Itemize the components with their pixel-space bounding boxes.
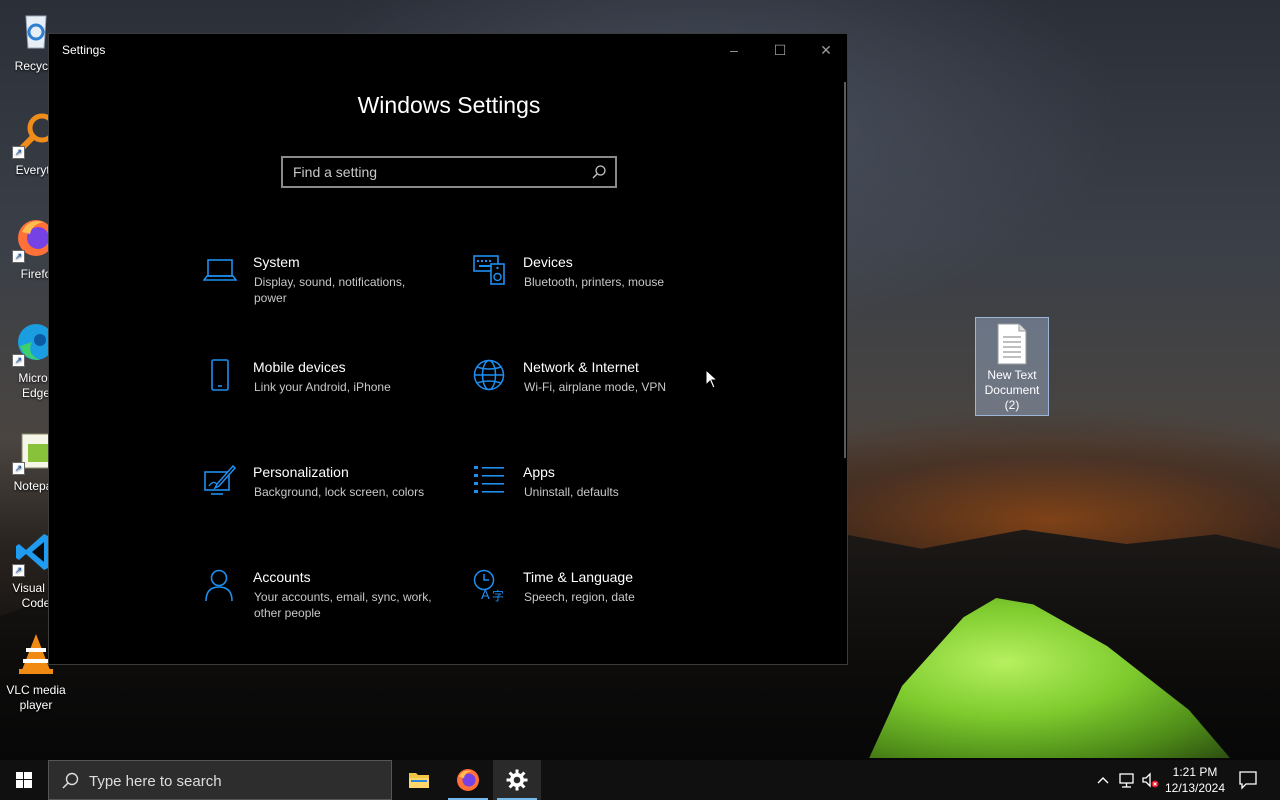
- category-time-language[interactable]: A 字 Time & Language Speech, region, date: [473, 569, 713, 639]
- category-description: Bluetooth, printers, mouse: [524, 275, 665, 289]
- taskbar-clock[interactable]: 1:21 PM 12/13/2024: [1160, 764, 1230, 796]
- svg-text:A: A: [481, 587, 490, 602]
- clock-time: 1:21 PM: [1172, 765, 1218, 779]
- phone-icon: [211, 359, 229, 391]
- window-titlebar[interactable]: Settings – ☐ ✕: [49, 34, 847, 66]
- windows-logo-icon: [16, 772, 32, 788]
- desktop-icon-label: VLC media player: [6, 683, 66, 712]
- shortcut-arrow-icon: ↗: [12, 564, 25, 577]
- laptop-icon: [203, 259, 237, 281]
- action-center-icon[interactable]: [1238, 770, 1258, 790]
- category-name: Devices: [523, 254, 573, 270]
- category-name: Apps: [523, 464, 555, 480]
- taskbar-search-box[interactable]: Type here to search: [48, 760, 392, 800]
- svg-text:字: 字: [492, 588, 504, 603]
- category-description: Wi-Fi, airplane mode, VPN: [524, 380, 667, 394]
- category-description: Uninstall, defaults: [524, 485, 619, 499]
- shortcut-arrow-icon: ↗: [12, 462, 25, 475]
- category-name: Mobile devices: [253, 359, 346, 375]
- scrollbar[interactable]: [844, 82, 846, 458]
- mouse-cursor-icon: [705, 369, 719, 389]
- category-description: Speech, region, date: [524, 590, 635, 604]
- desktop-file-new-text-document[interactable]: New Text Document (2): [975, 317, 1049, 416]
- personalization-icon: [204, 464, 237, 495]
- maximize-button[interactable]: ☐: [757, 34, 803, 66]
- clock-date: 12/13/2024: [1164, 781, 1226, 795]
- category-network-internet[interactable]: Network & Internet Wi-Fi, airplane mode,…: [473, 359, 713, 429]
- category-system[interactable]: System Display, sound, notifications, po…: [203, 254, 443, 324]
- shortcut-arrow-icon: ↗: [12, 354, 25, 367]
- minimize-button[interactable]: –: [711, 34, 757, 66]
- search-icon: [592, 165, 606, 179]
- taskbar-app-file-explorer[interactable]: [395, 760, 443, 800]
- devices-icon: [473, 255, 505, 285]
- taskbar-search-placeholder: Type here to search: [89, 773, 222, 790]
- category-description: Background, lock screen, colors: [254, 485, 425, 499]
- shortcut-arrow-icon: ↗: [12, 250, 25, 263]
- category-name: Personalization: [253, 464, 349, 480]
- category-description: Link your Android, iPhone: [254, 380, 391, 394]
- category-description: Your accounts, email, sync, work, other …: [254, 590, 432, 620]
- window-title: Settings: [62, 43, 106, 57]
- search-input[interactable]: Find a setting: [281, 156, 617, 188]
- network-icon[interactable]: [1118, 770, 1136, 790]
- category-name: Network & Internet: [523, 359, 639, 375]
- desktop-file-label: New Text Document (2): [984, 368, 1040, 412]
- person-icon: [205, 569, 233, 602]
- category-accounts[interactable]: Accounts Your accounts, email, sync, wor…: [203, 569, 443, 639]
- volume-muted-icon[interactable]: [1141, 770, 1159, 790]
- category-name: Time & Language: [523, 569, 633, 585]
- category-name: System: [253, 254, 300, 270]
- category-name: Accounts: [253, 569, 311, 585]
- gear-icon: [506, 769, 528, 791]
- globe-icon: [473, 359, 505, 391]
- time-language-icon: A 字: [473, 569, 504, 603]
- chevron-up-icon[interactable]: [1096, 770, 1110, 790]
- taskbar-app-firefox[interactable]: [444, 760, 492, 800]
- text-document-icon: [997, 323, 1027, 365]
- search-placeholder: Find a setting: [293, 164, 378, 180]
- settings-window[interactable]: Settings – ☐ ✕ Windows Settings Find a s…: [48, 33, 848, 665]
- category-mobile-devices[interactable]: Mobile devices Link your Android, iPhone: [203, 359, 443, 429]
- start-button[interactable]: [0, 760, 48, 800]
- category-devices[interactable]: Devices Bluetooth, printers, mouse: [473, 254, 713, 324]
- category-description: Display, sound, notifications, power: [254, 275, 406, 305]
- shortcut-arrow-icon: ↗: [12, 146, 25, 159]
- firefox-icon: [457, 769, 479, 791]
- category-personalization[interactable]: Personalization Background, lock screen,…: [203, 464, 443, 534]
- taskbar: Type here to search 1:21 PM 12/13/2024: [0, 760, 1280, 800]
- taskbar-app-settings[interactable]: [493, 760, 541, 800]
- category-apps[interactable]: Apps Uninstall, defaults: [473, 464, 713, 534]
- close-button[interactable]: ✕: [803, 34, 849, 66]
- apps-list-icon: [474, 466, 504, 493]
- folder-icon: [409, 773, 429, 788]
- page-title: Windows Settings: [357, 92, 541, 118]
- search-icon: [62, 772, 79, 789]
